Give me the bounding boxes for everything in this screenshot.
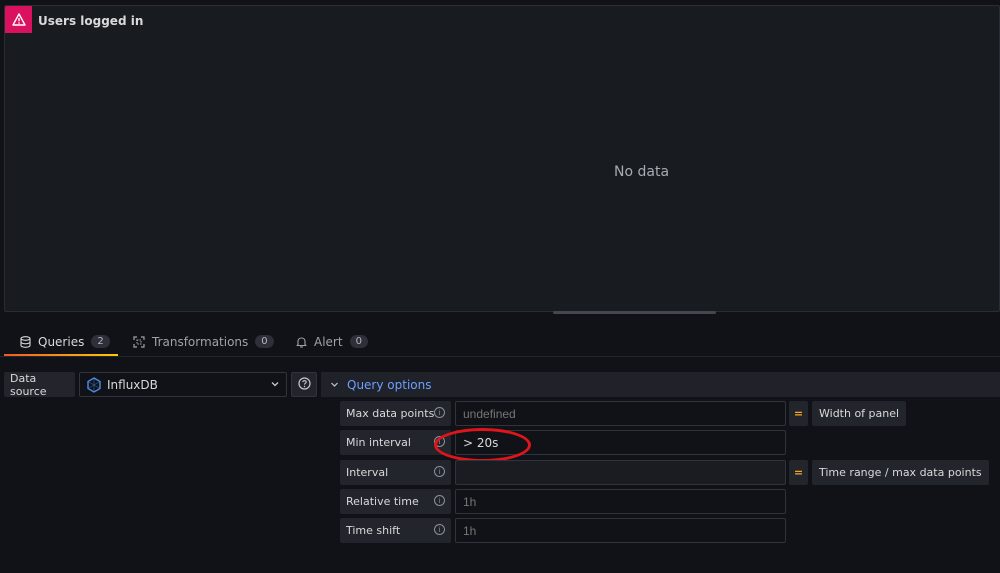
red-ellipse-annotation [434, 428, 531, 462]
time-shift-label: Time shift i [340, 518, 451, 543]
relative-time-label-text: Relative time [346, 495, 419, 508]
tab-queries-count: 2 [91, 335, 110, 348]
relative-time-input[interactable] [455, 489, 786, 514]
min-interval-label-text: Min interval [346, 436, 411, 449]
datasource-picker[interactable]: InfluxDB [79, 372, 287, 397]
interval-input [455, 460, 786, 485]
panel-editor: Users logged in No data Queries 2 Transf… [0, 0, 1000, 573]
equals-icon: = [789, 401, 808, 426]
max-data-points-label-text: Max data points [346, 407, 435, 420]
tab-alert[interactable]: Alert 0 [294, 326, 368, 357]
datasource-selected: InfluxDB [107, 377, 158, 392]
info-icon[interactable]: i [434, 407, 445, 418]
tab-queries-label: Queries [38, 334, 85, 349]
interval-hint: Time range / max data points [812, 460, 989, 485]
tab-alert-count: 0 [349, 335, 368, 348]
max-data-points-hint: Width of panel [812, 401, 907, 426]
warning-triangle-icon[interactable] [5, 6, 32, 33]
info-icon[interactable]: i [434, 524, 445, 535]
no-data-message: No data [614, 164, 670, 180]
chevron-down-icon [270, 378, 280, 392]
bell-icon [294, 335, 308, 349]
tab-queries[interactable]: Queries 2 [18, 326, 110, 357]
max-data-points-label: Max data points i [340, 401, 451, 426]
database-icon [18, 335, 32, 349]
editor-tabs: Queries 2 Transformations 0 Alert 0 [0, 326, 1000, 357]
time-shift-input[interactable] [455, 518, 786, 543]
max-data-points-input[interactable] [455, 401, 786, 426]
query-options-title: Query options [347, 377, 432, 392]
interval-label: Interval i [340, 460, 451, 485]
query-options-header[interactable]: Query options [321, 372, 1000, 397]
panel: Users logged in No data [4, 5, 1000, 312]
chevron-down-icon [330, 380, 339, 389]
tab-transformations-count: 0 [255, 335, 274, 348]
equals-icon: = [789, 460, 808, 485]
transform-icon [132, 335, 146, 349]
active-tab-indicator [4, 354, 118, 356]
info-icon[interactable]: i [434, 495, 445, 506]
interval-label-text: Interval [346, 466, 389, 479]
tab-transformations[interactable]: Transformations 0 [132, 326, 274, 357]
help-icon [297, 375, 311, 394]
panel-resize-handle[interactable] [553, 311, 716, 314]
influxdb-logo-icon [86, 376, 102, 393]
time-shift-label-text: Time shift [346, 524, 401, 537]
tab-alert-label: Alert [314, 334, 343, 349]
datasource-label: Data source [4, 372, 75, 398]
panel-title[interactable]: Users logged in [38, 14, 143, 28]
relative-time-label: Relative time i [340, 489, 451, 514]
datasource-help-button[interactable] [291, 372, 317, 397]
info-icon[interactable]: i [434, 466, 445, 477]
tab-transformations-label: Transformations [152, 334, 249, 349]
